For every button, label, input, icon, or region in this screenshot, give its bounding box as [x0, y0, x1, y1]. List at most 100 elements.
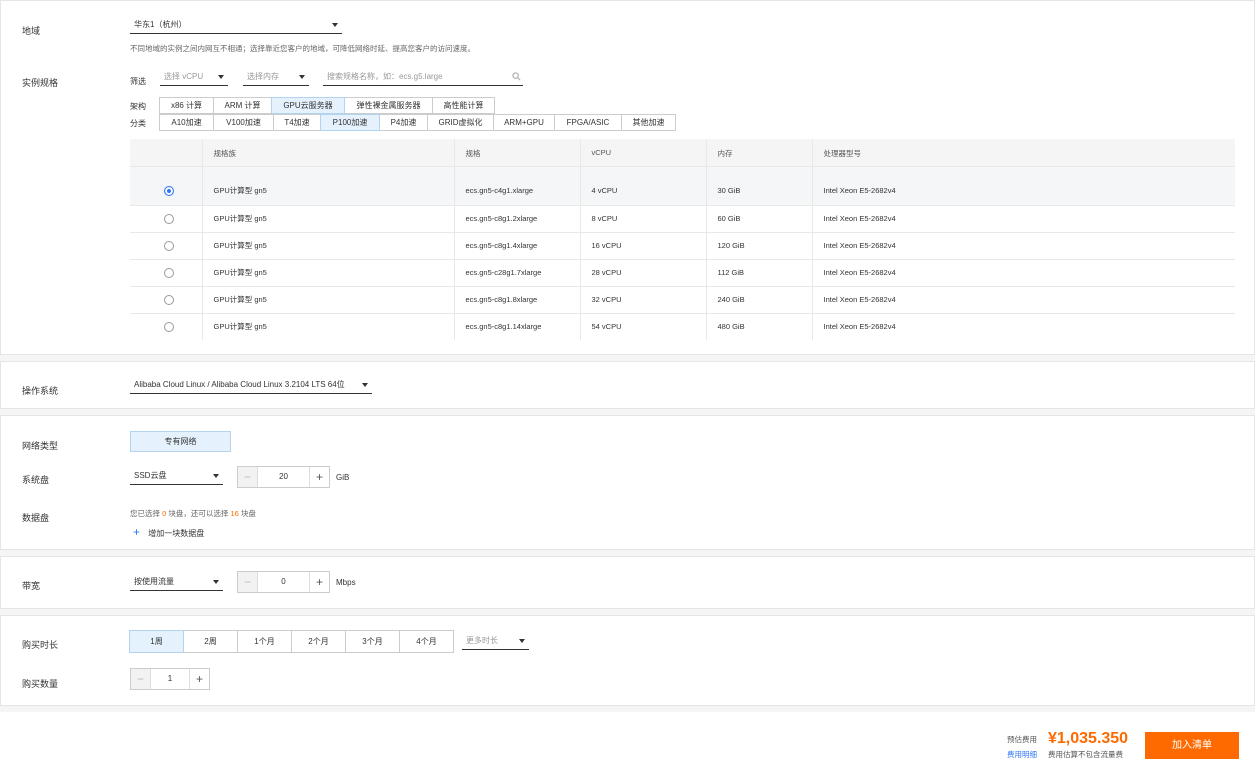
spec-table-header: 规格族 规格 vCPU 内存 处理器型号	[130, 139, 1235, 166]
system-disk-type-select[interactable]: SSD云盘	[130, 470, 223, 485]
arch-option-bare-metal[interactable]: 弹性裸金属服务器	[344, 97, 433, 114]
col-header-memory: 内存	[706, 139, 813, 166]
quantity-value[interactable]: 1	[151, 669, 189, 689]
table-row[interactable]: GPU计算型 gn5 ecs.gn5-c4g1.xlarge 4 vCPU 30…	[130, 165, 1235, 205]
row-radio-cell[interactable]	[130, 285, 203, 313]
category-option-v100[interactable]: V100加速	[213, 114, 274, 131]
bandwidth-type-select[interactable]: 按使用流量	[130, 576, 223, 591]
plus-icon: +	[133, 525, 141, 539]
vcpu-placeholder: 选择 vCPU	[164, 72, 204, 81]
category-option-p100[interactable]: P100加速	[320, 114, 380, 131]
duration-option-4-months[interactable]: 4个月	[399, 630, 454, 653]
price-note: 费用估算不包含流量费	[1048, 750, 1123, 759]
duration-option-1-week[interactable]: 1周	[129, 630, 184, 653]
table-row[interactable]: GPU计算型 gn5 ecs.gn5-c8g1.4xlarge 16 vCPU …	[130, 231, 1235, 259]
category-option-fpga[interactable]: FPGA/ASIC	[554, 114, 622, 131]
arch-option-arm[interactable]: ARM 计算	[213, 97, 272, 114]
table-row[interactable]: GPU计算型 gn5 ecs.gn5-c8g1.14xlarge 54 vCPU…	[130, 312, 1235, 340]
arch-label: 架构	[130, 102, 146, 111]
instance-type-label: 实例规格	[22, 78, 59, 88]
region-selected-value: 华东1（杭州）	[134, 20, 187, 29]
chevron-down-icon	[362, 383, 368, 387]
col-header-cpu: 处理器型号	[812, 139, 1235, 166]
radio-button[interactable]	[163, 240, 174, 251]
memory-select[interactable]: 选择内存	[243, 71, 309, 86]
quantity-stepper[interactable]: − 1 +	[130, 668, 210, 690]
duration-option-2-weeks[interactable]: 2周	[183, 630, 238, 653]
os-label: 操作系统	[22, 386, 59, 396]
minus-icon[interactable]: −	[238, 467, 258, 487]
chevron-down-icon	[213, 474, 219, 478]
add-data-disk-button[interactable]: + 增加一块数据盘	[133, 525, 204, 539]
category-options: A10加速 V100加速 T4加速 P100加速 P4加速 GRID虚拟化 AR…	[159, 114, 676, 131]
region-select[interactable]: 华东1（杭州）	[130, 19, 342, 34]
plus-icon[interactable]: +	[189, 669, 209, 689]
os-panel: 操作系统 Alibaba Cloud Linux / Alibaba Cloud…	[0, 361, 1255, 409]
table-row[interactable]: GPU计算型 gn5 ecs.gn5-c28g1.7xlarge 28 vCPU…	[130, 258, 1235, 286]
table-row[interactable]: GPU计算型 gn5 ecs.gn5-c8g1.2xlarge 8 vCPU 6…	[130, 204, 1235, 232]
category-option-t4[interactable]: T4加速	[273, 114, 321, 131]
system-disk-size-value[interactable]: 20	[258, 467, 309, 487]
minus-icon[interactable]: −	[238, 572, 258, 592]
row-cpu: Intel Xeon E5-2682v4	[812, 285, 1235, 313]
data-disk-label: 数据盘	[22, 513, 50, 523]
chevron-down-icon	[332, 23, 338, 27]
row-vcpu: 8 vCPU	[580, 204, 707, 232]
row-radio-cell[interactable]	[130, 165, 203, 205]
radio-button[interactable]	[163, 267, 174, 278]
row-family: GPU计算型 gn5	[202, 285, 455, 313]
arch-option-gpu[interactable]: GPU云服务器	[271, 97, 345, 114]
category-option-arm-gpu[interactable]: ARM+GPU	[493, 114, 555, 131]
add-data-disk-label: 增加一块数据盘	[148, 529, 205, 538]
category-label: 分类	[130, 119, 146, 128]
duration-option-3-months[interactable]: 3个月	[345, 630, 400, 653]
row-cpu: Intel Xeon E5-2682v4	[812, 231, 1235, 259]
row-family: GPU计算型 gn5	[202, 204, 455, 232]
chevron-down-icon	[213, 580, 219, 584]
os-select[interactable]: Alibaba Cloud Linux / Alibaba Cloud Linu…	[130, 379, 372, 394]
duration-option-1-month[interactable]: 1个月	[237, 630, 292, 653]
row-radio-cell[interactable]	[130, 204, 203, 232]
plus-icon[interactable]: +	[309, 572, 329, 592]
category-option-grid[interactable]: GRID虚拟化	[427, 114, 494, 131]
radio-button[interactable]	[163, 213, 174, 224]
arch-option-hpc[interactable]: 高性能计算	[432, 97, 495, 114]
network-option-vpc[interactable]: 专有网络	[130, 431, 231, 452]
cost-detail-link[interactable]: 费用明细	[1007, 749, 1037, 760]
data-disk-hint-mid: 块盘，还可以选择	[168, 509, 229, 518]
spec-search-placeholder: 搜索规格名称，如：ecs.g5.large	[327, 72, 443, 81]
vcpu-select[interactable]: 选择 vCPU	[160, 71, 228, 86]
arch-option-x86[interactable]: x86 计算	[159, 97, 214, 114]
plus-icon[interactable]: +	[309, 467, 329, 487]
duration-option-2-months[interactable]: 2个月	[291, 630, 346, 653]
row-cpu: Intel Xeon E5-2682v4	[812, 204, 1235, 232]
add-to-list-button[interactable]: 加入清单	[1145, 732, 1239, 759]
bandwidth-type-value: 按使用流量	[134, 577, 174, 586]
estimate-label: 预估费用	[1007, 735, 1037, 744]
radio-button[interactable]	[163, 294, 174, 305]
radio-button[interactable]	[163, 321, 174, 332]
category-option-a10[interactable]: A10加速	[159, 114, 214, 131]
spec-search-input[interactable]: 搜索规格名称，如：ecs.g5.large	[323, 71, 523, 86]
row-radio-cell[interactable]	[130, 231, 203, 259]
category-option-p4[interactable]: P4加速	[379, 114, 428, 131]
region-label: 地域	[22, 26, 41, 36]
bandwidth-value[interactable]: 0	[258, 572, 309, 592]
row-family: GPU计算型 gn5	[202, 231, 455, 259]
system-disk-size-stepper[interactable]: − 20 +	[237, 466, 330, 488]
search-icon[interactable]	[512, 72, 521, 81]
radio-button[interactable]	[163, 185, 174, 196]
purchase-panel: 购买时长 1周 2周 1个月 2个月 3个月 4个月 更多时长 购买数量 − 1…	[0, 615, 1255, 706]
col-header-family: 规格族	[202, 139, 455, 166]
system-disk-unit: GiB	[336, 473, 350, 482]
row-radio-cell[interactable]	[130, 258, 203, 286]
row-spec: ecs.gn5-c28g1.7xlarge	[454, 258, 581, 286]
bandwidth-stepper[interactable]: − 0 +	[237, 571, 330, 593]
more-duration-select[interactable]: 更多时长	[462, 635, 529, 650]
data-disk-selected-count: 0	[162, 509, 167, 518]
table-row[interactable]: GPU计算型 gn5 ecs.gn5-c8g1.8xlarge 32 vCPU …	[130, 285, 1235, 313]
minus-icon[interactable]: −	[131, 669, 151, 689]
row-cpu: Intel Xeon E5-2682v4	[812, 165, 1235, 205]
category-option-other[interactable]: 其他加速	[621, 114, 676, 131]
row-radio-cell[interactable]	[130, 312, 203, 340]
